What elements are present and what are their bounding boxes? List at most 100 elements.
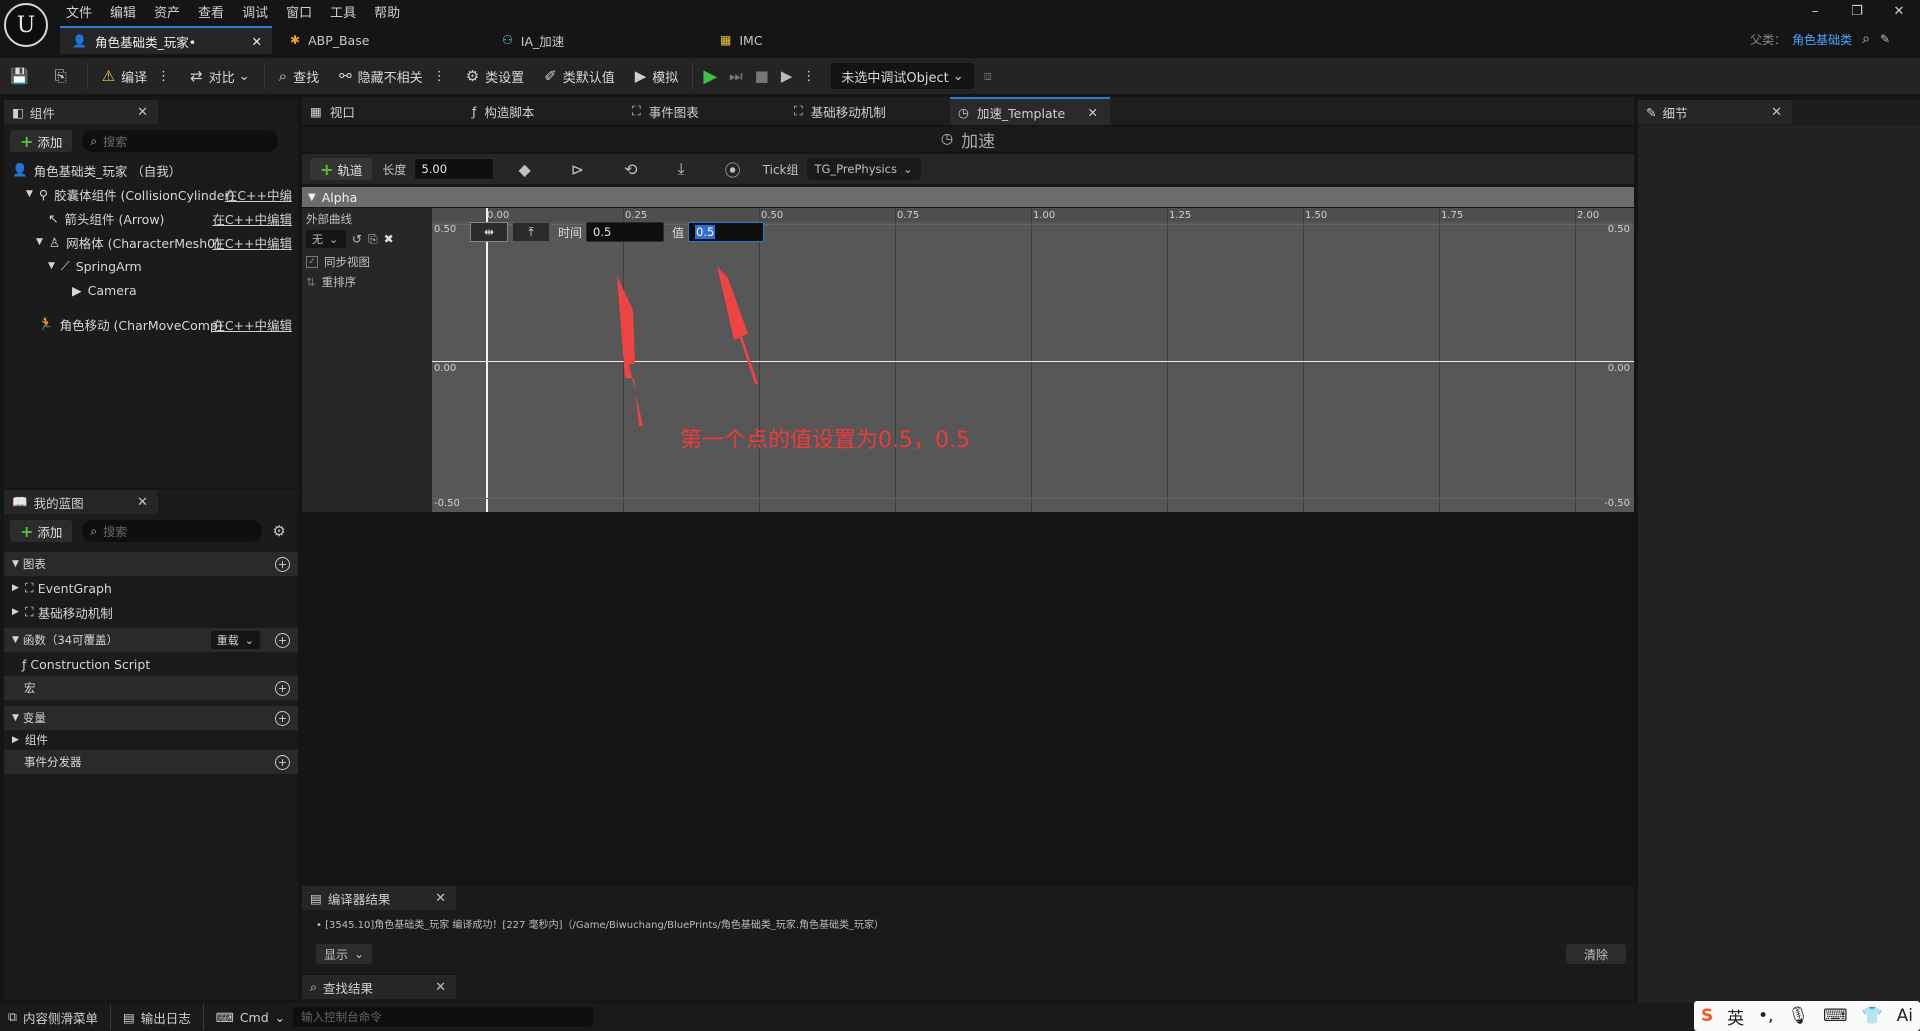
punctuation-icon[interactable]: •,: [1758, 1006, 1773, 1026]
menu-help[interactable]: 帮助: [374, 2, 400, 21]
tree-item[interactable]: ▼ ⟋ SpringArm: [4, 254, 298, 278]
menu-edit[interactable]: 编辑: [110, 2, 136, 21]
graph-item[interactable]: ▶ ⛶ 基础移动机制: [4, 600, 298, 624]
find-results-tab[interactable]: ⌕ 查找结果 ✕: [302, 975, 456, 999]
tree-item[interactable]: ↖ 箭头组件 (Arrow) 在C++中编辑: [4, 206, 298, 230]
clear-curve-icon[interactable]: ✖: [384, 232, 394, 246]
blueprint-search-input[interactable]: ⌕ 搜索: [82, 520, 263, 542]
external-curve-select[interactable]: 无 ⌄: [306, 230, 346, 248]
microphone-icon[interactable]: 🎙: [1787, 1006, 1809, 1026]
tab-construction-script[interactable]: ƒ 构造脚本: [472, 97, 534, 125]
reorder-control[interactable]: ⇅ 重排序: [302, 270, 432, 290]
search-icon[interactable]: ⌕: [1862, 31, 1870, 47]
unreal-logo-icon[interactable]: U: [4, 3, 48, 47]
doc-tab-imc[interactable]: ▦ IMC: [708, 26, 868, 54]
edit-in-cpp-link[interactable]: 在C++中编辑: [212, 315, 292, 334]
eject-button[interactable]: ▶ ⋮: [775, 61, 822, 91]
tab-viewport[interactable]: ▦ 视口: [310, 97, 355, 125]
track-header[interactable]: ▼ Alpha: [302, 187, 1634, 207]
play-button[interactable]: ▶: [697, 61, 723, 91]
tab-movement-graph[interactable]: ⛶ 基础移动机制: [794, 97, 886, 125]
function-item[interactable]: ƒ Construction Script: [4, 652, 298, 676]
diff-button[interactable]: ⇄ 对比 ⌄: [180, 61, 260, 91]
menu-debug[interactable]: 调试: [242, 2, 268, 21]
macros-section[interactable]: 宏 +: [4, 676, 298, 700]
tree-item[interactable]: ▼ ⚲ 胶囊体组件 (CollisionCylinder) 在C++中编: [4, 182, 298, 206]
add-variable-icon[interactable]: +: [275, 710, 290, 726]
loop-icon[interactable]: ⟲: [624, 160, 637, 179]
tree-item[interactable]: ▼ ♙ 网格体 (CharacterMesh0) 在C++中编辑: [4, 230, 298, 254]
restore-icon[interactable]: ❐: [1836, 4, 1878, 19]
fit-vertical-button[interactable]: ⤒: [512, 222, 550, 242]
dispatchers-section[interactable]: 事件分发器 +: [4, 750, 298, 774]
functions-section[interactable]: ▼ 函数（34可覆盖） 重载 ⌄ +: [4, 628, 298, 652]
gear-icon[interactable]: ⚙: [272, 522, 285, 540]
doc-tab-character[interactable]: 👤 角色基础类_玩家• ✕: [60, 26, 272, 54]
autoplay-icon[interactable]: ⊳: [571, 160, 584, 179]
debug-filter-button[interactable]: ⧈: [974, 61, 1002, 91]
doc-tab-ia[interactable]: ⚇ IA_加速: [490, 26, 702, 54]
add-macro-icon[interactable]: +: [275, 680, 290, 696]
close-icon[interactable]: ✕: [435, 891, 446, 906]
close-icon[interactable]: ✕: [137, 495, 148, 510]
menu-tools[interactable]: 工具: [330, 2, 356, 21]
keyframe-icon[interactable]: ◆: [518, 160, 530, 179]
find-button[interactable]: ⌕ 查找: [269, 61, 329, 91]
menu-view[interactable]: 查看: [198, 2, 224, 21]
variables-category[interactable]: ▶ 组件: [4, 730, 298, 750]
step-button[interactable]: ⏭: [723, 61, 749, 91]
component-search-input[interactable]: ⌕ 搜索: [82, 130, 279, 152]
add-component-button[interactable]: + 添加: [10, 130, 73, 152]
close-window-icon[interactable]: ✕: [1878, 4, 1920, 19]
console-command-input[interactable]: 输入控制台命令: [293, 1007, 594, 1027]
clear-button[interactable]: 清除: [1566, 944, 1626, 964]
add-member-button[interactable]: + 添加: [10, 520, 73, 542]
ai-icon[interactable]: Ai: [1897, 1006, 1913, 1026]
close-tab-icon[interactable]: ✕: [252, 34, 262, 49]
fit-horizontal-button[interactable]: ⇹: [470, 222, 508, 242]
more-icon[interactable]: ⋮: [157, 69, 170, 84]
override-dropdown[interactable]: 重载 ⌄: [210, 631, 260, 649]
tab-event-graph[interactable]: ⛶ 事件图表: [632, 97, 699, 125]
keyboard-icon[interactable]: ⌨: [1823, 1006, 1848, 1026]
my-blueprint-tab[interactable]: 📖 我的蓝图 ✕: [4, 490, 158, 514]
add-dispatcher-icon[interactable]: +: [275, 754, 290, 770]
compile-button[interactable]: ⚠ 编译 ⋮: [92, 61, 180, 91]
value-input[interactable]: 0.5: [688, 222, 765, 242]
time-input[interactable]: 0.5: [586, 222, 665, 242]
doc-tab-abp[interactable]: ✱ ABP_Base: [278, 26, 484, 54]
menu-window[interactable]: 窗口: [286, 2, 312, 21]
menu-asset[interactable]: 资产: [154, 2, 180, 21]
tree-item[interactable]: ▶ Camera: [4, 278, 298, 302]
save-button[interactable]: 💾: [0, 61, 45, 91]
edit-pencil-icon[interactable]: ✎: [1880, 32, 1890, 46]
replicated-icon[interactable]: ⦿: [725, 157, 741, 181]
more-icon[interactable]: ⋮: [433, 69, 446, 84]
edit-in-cpp-link[interactable]: 在C++中编辑: [212, 209, 292, 228]
playhead-line[interactable]: [486, 208, 488, 512]
parent-class-link[interactable]: 角色基础类: [1792, 31, 1852, 48]
tab-timeline-template[interactable]: ◷ 加速_Template ✕: [950, 97, 1110, 125]
skin-icon[interactable]: 👕: [1861, 1006, 1882, 1026]
components-tab[interactable]: ◧ 组件 ✕: [4, 100, 158, 124]
length-input[interactable]: 5.00: [414, 158, 495, 180]
browse-button[interactable]: ⎘: [45, 61, 83, 91]
edit-in-cpp-link[interactable]: 在C++中编辑: [212, 233, 292, 252]
stop-button[interactable]: ■: [749, 61, 775, 91]
close-icon[interactable]: ✕: [137, 105, 148, 120]
add-track-button[interactable]: + 轨道: [310, 158, 373, 180]
tree-item[interactable]: 👤 角色基础类_玩家 （自我）: [4, 158, 298, 182]
edit-in-cpp-link[interactable]: 在C++中编: [225, 185, 292, 204]
tick-group-select[interactable]: TG_PrePhysics ⌄: [806, 158, 921, 180]
add-graph-icon[interactable]: +: [275, 556, 290, 572]
content-drawer-button[interactable]: ⧉ 内容侧滑菜单: [0, 1003, 106, 1031]
variables-section[interactable]: ▼ 变量 +: [4, 706, 298, 730]
ime-language-toggle[interactable]: 英: [1727, 1004, 1744, 1029]
more-icon[interactable]: ⋮: [802, 69, 815, 84]
add-function-icon[interactable]: +: [275, 632, 290, 648]
graph-item[interactable]: ▶ ⛶ EventGraph: [4, 576, 298, 600]
graphs-section[interactable]: ▼ 图表 +: [4, 552, 298, 576]
last-keyframe-icon[interactable]: ⤓: [678, 159, 685, 179]
class-settings-button[interactable]: ⚙ 类设置: [456, 61, 534, 91]
cmd-dropdown[interactable]: ⌨ Cmd ⌄: [208, 1003, 293, 1031]
